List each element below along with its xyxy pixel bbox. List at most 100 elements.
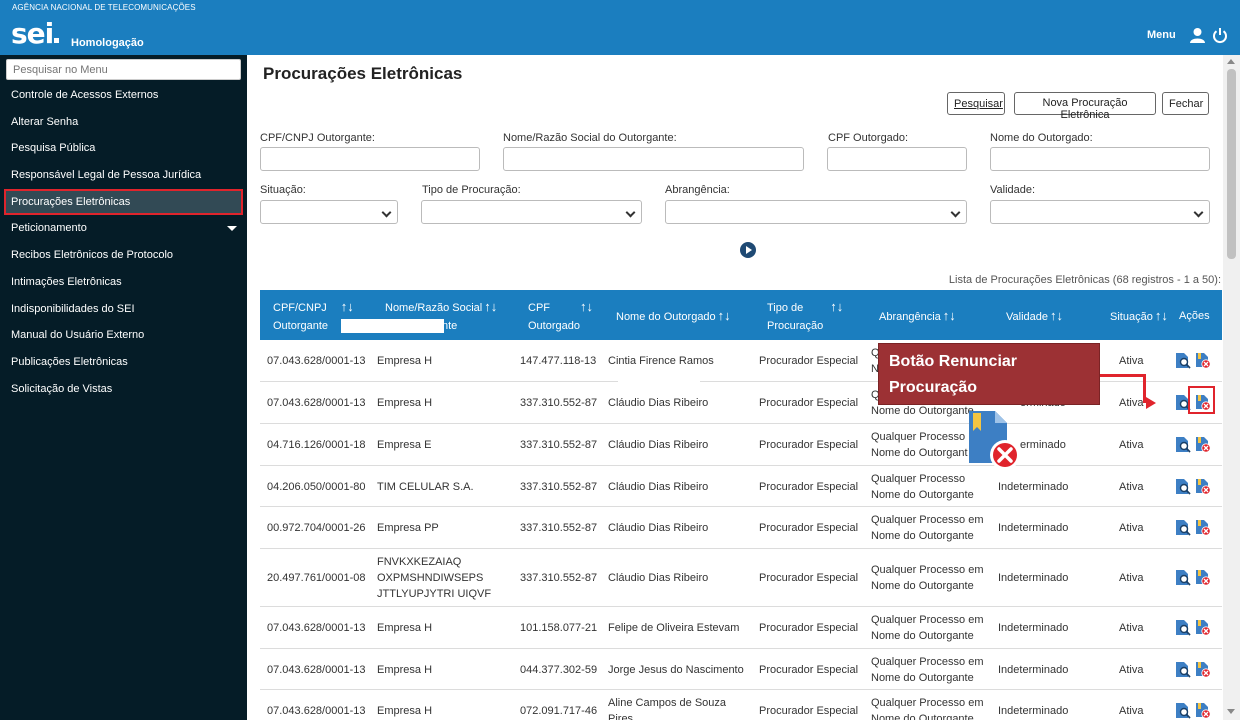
cell-tipo-line: Procurador Especial (759, 663, 859, 676)
sidebar-item-intimacoes[interactable]: Intimações Eletrônicas (4, 270, 243, 296)
sidebar-item-alterar-senha[interactable]: Alterar Senha (4, 110, 243, 136)
th-acoes: Ações (1179, 307, 1210, 325)
power-icon[interactable] (1212, 27, 1228, 44)
view-procuracao-icon[interactable] (1175, 436, 1191, 453)
vertical-scrollbar[interactable] (1223, 55, 1240, 720)
sidebar-item-manual[interactable]: Manual do Usuário Externo (4, 323, 243, 349)
sidebar-item-pesquisa-publica[interactable]: Pesquisa Pública (4, 136, 243, 162)
th-cpf-outorgado[interactable]: CPF ↑↓ Outorgado (528, 298, 593, 335)
cell-situacao-line: Ativa (1119, 572, 1144, 584)
view-procuracao-icon[interactable] (1175, 352, 1191, 369)
nome-outorgante-input[interactable] (503, 147, 804, 171)
cell-abrangencia-line: Nome do Outorgante (871, 580, 974, 592)
cell-situacao-line: Ativa (1119, 522, 1144, 534)
sidebar-item-publicacoes[interactable]: Publicações Eletrônicas (4, 350, 243, 376)
view-procuracao-icon[interactable] (1175, 619, 1191, 636)
cell-abrangencia-line: Nome do Outorgant (871, 447, 968, 459)
view-procuracao-icon[interactable] (1175, 569, 1191, 586)
renunciar-procuracao-icon[interactable] (1195, 661, 1211, 678)
nome-outorgado-input[interactable] (990, 147, 1210, 171)
sort-icon[interactable]: ↑↓ (718, 307, 731, 325)
cell-cpf-cnpj: 07.043.628/0001-13 (267, 703, 365, 719)
cell-cpf-cnpj-line: 20.497.761/0001-08 (267, 572, 366, 584)
validade-select[interactable] (990, 200, 1210, 224)
user-icon[interactable] (1189, 27, 1206, 44)
cell-nome: TIM CELULAR S.A. (377, 479, 474, 495)
sidebar-item-label: Alterar Senha (11, 116, 79, 128)
cell-abrangencia-line: Qualquer Processo em (871, 697, 984, 709)
sort-icon[interactable]: ↑↓ (943, 307, 956, 325)
sort-icon[interactable]: ↑↓ (341, 298, 354, 316)
sidebar-item-label: Peticionamento (11, 222, 87, 234)
scroll-down-icon[interactable] (1227, 709, 1235, 714)
th-validade[interactable]: Validade ↑↓ (1006, 307, 1063, 326)
view-procuracao-icon[interactable] (1175, 478, 1191, 495)
sort-icon[interactable]: ↑↓ (484, 298, 497, 316)
renunciar-procuracao-icon[interactable] (1195, 352, 1211, 369)
abrangencia-label: Abrangência: (665, 184, 730, 196)
cell-abrangencia-line: Qualquer Processo (871, 472, 966, 485)
play-icon[interactable] (740, 242, 756, 258)
th-tipo[interactable]: Tipo de ↑↓ Procuração (767, 298, 843, 335)
cell-abrangencia: Qualquer Processo em Nome do Outorgante (871, 562, 984, 594)
table-header: CPF/CNPJ ↑↓ Outorgante Nome/Razão Social ↑↓… (260, 290, 1222, 340)
sidebar-item-procuracoes[interactable]: Procurações Eletrônicas (4, 189, 243, 215)
renunciar-procuracao-icon[interactable] (1195, 519, 1211, 536)
search-button[interactable]: Pesquisar (947, 92, 1005, 115)
th-abrangencia[interactable]: Abrangência ↑↓ (879, 307, 956, 326)
view-procuracao-icon[interactable] (1175, 702, 1191, 719)
close-button[interactable]: Fechar (1162, 92, 1209, 115)
th-situacao[interactable]: Situação ↑↓ (1110, 307, 1168, 326)
cell-validade: Indeterminado (998, 703, 1068, 719)
sort-icon[interactable]: ↑↓ (830, 298, 843, 316)
cell-outorgado: Felipe de Oliveira Estevam (608, 620, 739, 636)
cell-cpf-line: 147.477.118-13 (520, 355, 597, 367)
cpf-outorgado-input[interactable] (827, 147, 967, 171)
sidebar-item-label: Responsável Legal de Pessoa Jurídica (11, 169, 202, 181)
cell-nome-line: OXPMSHNDIWSEPS (377, 572, 484, 584)
cell-outorgado: Cláudio Dias Ribeiro (608, 520, 708, 536)
cell-nome: Empresa H (377, 703, 432, 719)
sort-icon[interactable]: ↑↓ (1155, 307, 1168, 325)
sidebar-item-vistas[interactable]: Solicitação de Vistas (4, 377, 243, 403)
renunciar-procuracao-icon[interactable] (1195, 569, 1211, 586)
cpf-cnpj-outorgante-label: CPF/CNPJ Outorgante: (260, 132, 375, 144)
sidebar-item-controle-acessos[interactable]: Controle de Acessos Externos (4, 83, 243, 109)
cell-outorgado: Aline Campos de Souza Pires (608, 695, 726, 720)
new-button-label: Nova Procuração Eletrônica (1042, 97, 1128, 121)
renunciar-procuracao-icon[interactable] (1195, 436, 1211, 453)
new-procuracao-button[interactable]: Nova Procuração Eletrônica (1014, 92, 1156, 121)
menu-search-input[interactable] (6, 59, 241, 80)
cell-situacao: Ativa (1119, 437, 1143, 453)
th-label: Outorgado (528, 320, 580, 332)
cell-tipo: Procurador Especial (759, 662, 858, 678)
cell-cpf: 337.310.552-87 (520, 570, 597, 586)
scroll-thumb[interactable] (1227, 69, 1236, 259)
table-row: 04.716.126/0001-18 Empresa E 337.310.552-8… (260, 424, 1222, 466)
renunciar-procuracao-icon[interactable] (1195, 702, 1211, 719)
sort-icon[interactable]: ↑↓ (1050, 307, 1063, 325)
sidebar-item-responsavel-legal[interactable]: Responsável Legal de Pessoa Jurídica (4, 163, 243, 189)
sidebar-item-indisponibilidades[interactable]: Indisponibilidades do SEI (4, 297, 243, 323)
renunciar-procuracao-icon[interactable] (1195, 619, 1211, 636)
menu-link[interactable]: Menu (1147, 29, 1176, 41)
view-procuracao-icon[interactable] (1175, 519, 1191, 536)
sort-icon[interactable]: ↑↓ (580, 298, 593, 316)
th-nome-outorgado[interactable]: Nome do Outorgado ↑↓ (616, 307, 731, 326)
sidebar-item-peticionamento[interactable]: Peticionamento (4, 216, 243, 242)
sei-logo[interactable]: sei (11, 20, 60, 48)
cell-abrangencia-line: Qualquer Processo em (871, 614, 984, 626)
view-procuracao-icon[interactable] (1175, 661, 1191, 678)
renunciar-procuracao-icon[interactable] (1195, 478, 1211, 495)
sidebar-item-recibos[interactable]: Recibos Eletrônicos de Protocolo (4, 243, 243, 269)
cell-cpf: 072.091.717-46 (520, 703, 597, 719)
cell-situacao: Ativa (1119, 662, 1143, 678)
scroll-up-icon[interactable] (1227, 59, 1235, 64)
cell-tipo-line: Procurador Especial (759, 705, 859, 717)
cell-abrangencia: Qualquer Processo em Nome do Outorgante (871, 512, 984, 544)
situacao-select[interactable] (260, 200, 398, 224)
cell-cpf-cnpj-line: 07.043.628/0001-13 (267, 355, 366, 367)
cpf-cnpj-outorgante-input[interactable] (260, 147, 480, 171)
tipo-select[interactable] (421, 200, 642, 224)
abrangencia-select[interactable] (665, 200, 967, 224)
